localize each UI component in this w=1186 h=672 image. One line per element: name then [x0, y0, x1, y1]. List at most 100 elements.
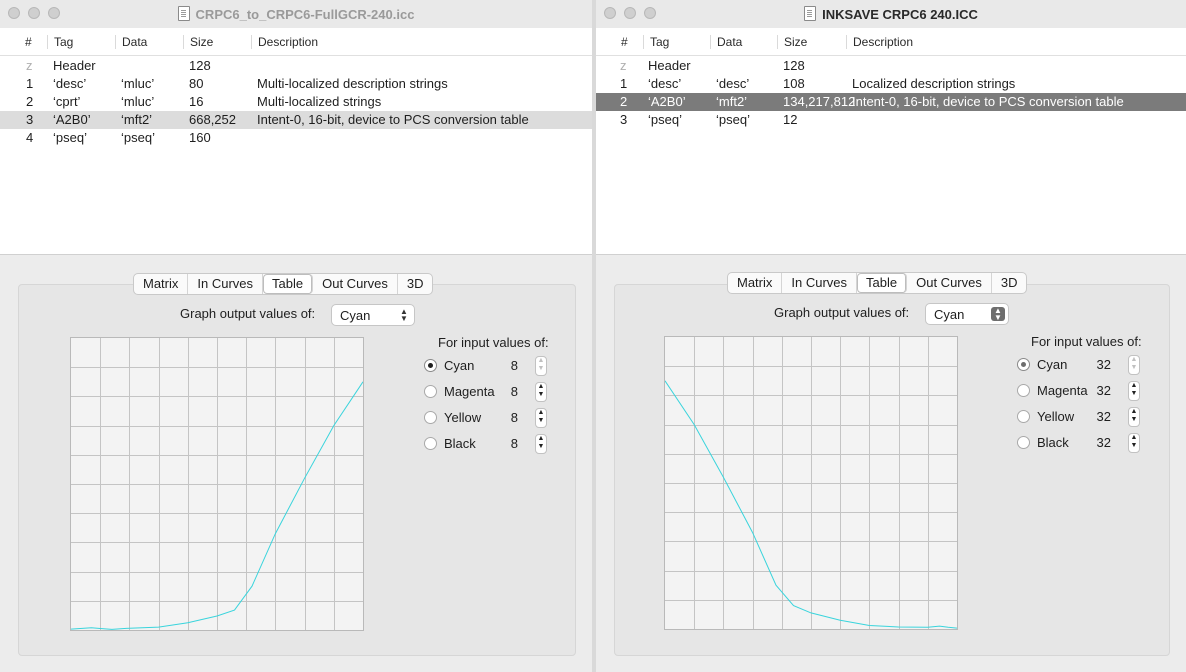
value-stepper[interactable]: ▲ ▼	[1128, 433, 1140, 453]
tag-table: # Tag Data Size Description z Header 128…	[596, 28, 1186, 255]
table-row[interactable]: z Header 128	[0, 57, 592, 75]
chevron-updown-icon: ▲ ▼	[400, 307, 408, 323]
value-stepper[interactable]: ▲ ▼	[535, 356, 547, 376]
input-values-label: For input values of:	[438, 335, 549, 350]
tag-table: # Tag Data Size Description z Header 128…	[0, 28, 592, 255]
window-title-text: CRPC6_to_CRPC6-FullGCR-240.icc	[195, 7, 415, 22]
channel-value: 32	[1096, 383, 1111, 398]
graph-output-label: Graph output values of:	[180, 306, 316, 321]
table-row[interactable]: 1 ‘desc’ ‘mluc’ 80 Multi-localized descr…	[0, 75, 592, 93]
value-stepper[interactable]: ▲ ▼	[1128, 381, 1140, 401]
cell-size: 108	[783, 76, 805, 91]
column-header-tag[interactable]: Tag	[643, 35, 669, 49]
tab-3d[interactable]: 3D	[398, 274, 433, 294]
channel-radio[interactable]	[1017, 436, 1030, 449]
table-row[interactable]: 1 ‘desc’ ‘desc’ 108 Localized descriptio…	[596, 75, 1186, 93]
cell-tag: Header	[53, 58, 96, 73]
channel-radio[interactable]	[424, 411, 437, 424]
column-header-description[interactable]: Description	[846, 35, 913, 49]
graph-output-value: Cyan	[934, 307, 965, 322]
cell-tag: ‘A2B0’	[648, 94, 686, 109]
window-title: INKSAVE CRPC6 240.ICC	[596, 6, 1186, 22]
tab-matrix[interactable]: Matrix	[728, 273, 783, 293]
tab-table[interactable]: Table	[857, 273, 908, 293]
table-row[interactable]: 2 ‘cprt’ ‘mluc’ 16 Multi-localized strin…	[0, 93, 592, 111]
value-stepper[interactable]: ▲ ▼	[1128, 355, 1140, 375]
tab-3d[interactable]: 3D	[992, 273, 1027, 293]
tab-out-curves[interactable]: Out Curves	[907, 273, 992, 293]
chevron-updown-icon: ▲ ▼	[991, 307, 1005, 322]
table-row[interactable]: z Header 128	[596, 57, 1186, 75]
channel-value: 8	[510, 436, 518, 451]
tab-in-curves[interactable]: In Curves	[188, 274, 264, 294]
graph-output-select[interactable]: Cyan ▲ ▼	[331, 304, 415, 326]
channel-radio[interactable]	[424, 359, 437, 372]
tab-in-curves[interactable]: In Curves	[782, 273, 858, 293]
tab-table[interactable]: Table	[263, 274, 314, 294]
cell-num: 2	[26, 94, 34, 109]
channel-label: Yellow	[1037, 409, 1075, 424]
cell-size: 16	[189, 94, 204, 109]
value-stepper[interactable]: ▲ ▼	[535, 408, 547, 428]
input-channel-row: Magenta 32 ▲ ▼	[1017, 381, 1152, 402]
column-header-data[interactable]: Data	[710, 35, 742, 49]
window-title-text: INKSAVE CRPC6 240.ICC	[822, 7, 978, 22]
channel-radio[interactable]	[1017, 384, 1030, 397]
value-stepper[interactable]: ▲ ▼	[535, 382, 547, 402]
cell-tag: ‘desc’	[53, 76, 87, 91]
cell-data: ‘mluc’	[121, 76, 155, 91]
cell-data: ‘pseq’	[716, 112, 750, 127]
tab-bar: Matrix In Curves Table Out Curves 3D	[727, 272, 1028, 294]
cell-num: z	[26, 58, 33, 73]
table-graph	[664, 336, 958, 630]
tab-out-curves[interactable]: Out Curves	[313, 274, 398, 294]
channel-radio[interactable]	[424, 437, 437, 450]
cell-tag: ‘cprt’	[53, 94, 81, 109]
cell-data: ‘pseq’	[121, 130, 155, 145]
input-channel-row: Magenta 8 ▲ ▼	[424, 382, 559, 403]
table-row[interactable]: 4 ‘pseq’ ‘pseq’ 160	[0, 129, 592, 147]
table-row[interactable]: 3 ‘pseq’ ‘pseq’ 12	[596, 111, 1186, 129]
cell-size: 134,217,812	[783, 94, 856, 109]
column-header-data[interactable]: Data	[115, 35, 147, 49]
cell-num: 3	[26, 112, 34, 127]
channel-radio[interactable]	[1017, 358, 1030, 371]
cell-num: 3	[620, 112, 628, 127]
document-icon	[804, 6, 817, 21]
cell-size: 668,252	[189, 112, 236, 127]
left-profile-window: CRPC6_to_CRPC6-FullGCR-240.icc # Tag Dat…	[0, 0, 592, 672]
input-channel-row: Yellow 8 ▲ ▼	[424, 408, 559, 429]
column-header-tag[interactable]: Tag	[47, 35, 73, 49]
cell-description: Intent-0, 16-bit, device to PCS conversi…	[852, 94, 1124, 109]
window-title: CRPC6_to_CRPC6-FullGCR-240.icc	[0, 6, 592, 22]
title-bar: INKSAVE CRPC6 240.ICC	[596, 0, 1186, 28]
column-header-num[interactable]: #	[615, 35, 628, 49]
cell-description: Intent-0, 16-bit, device to PCS conversi…	[257, 112, 529, 127]
value-stepper[interactable]: ▲ ▼	[1128, 407, 1140, 427]
table-row-selected[interactable]: 3 ‘A2B0’ ‘mft2’ 668,252 Intent-0, 16-bit…	[0, 111, 592, 129]
tab-matrix[interactable]: Matrix	[134, 274, 189, 294]
channel-value: 8	[510, 358, 518, 373]
channel-radio[interactable]	[1017, 410, 1030, 423]
right-profile-window: INKSAVE CRPC6 240.ICC # Tag Data Size De…	[596, 0, 1186, 672]
column-header-size[interactable]: Size	[777, 35, 807, 49]
input-values-label: For input values of:	[1031, 334, 1142, 349]
graph-output-select[interactable]: Cyan ▲ ▼	[925, 303, 1009, 325]
column-header-size[interactable]: Size	[183, 35, 213, 49]
table-row-selected[interactable]: 2 ‘A2B0’ ‘mft2’ 134,217,812 Intent-0, 16…	[596, 93, 1186, 111]
input-channel-row: Cyan 8 ▲ ▼	[424, 356, 559, 377]
channel-radio[interactable]	[424, 385, 437, 398]
detail-pane: Matrix In Curves Table Out Curves 3D Gra…	[0, 255, 592, 672]
document-icon	[177, 6, 190, 21]
detail-pane: Matrix In Curves Table Out Curves 3D Gra…	[596, 255, 1186, 672]
cell-description: Localized description strings	[852, 76, 1016, 91]
graph-output-value: Cyan	[340, 308, 371, 323]
value-stepper[interactable]: ▲ ▼	[535, 434, 547, 454]
column-header-description[interactable]: Description	[251, 35, 318, 49]
title-bar: CRPC6_to_CRPC6-FullGCR-240.icc	[0, 0, 592, 28]
cell-size: 128	[189, 58, 211, 73]
channel-label: Cyan	[444, 358, 475, 373]
channel-value: 32	[1096, 435, 1111, 450]
column-header-num[interactable]: #	[19, 35, 32, 49]
tab-bar: Matrix In Curves Table Out Curves 3D	[133, 273, 434, 295]
